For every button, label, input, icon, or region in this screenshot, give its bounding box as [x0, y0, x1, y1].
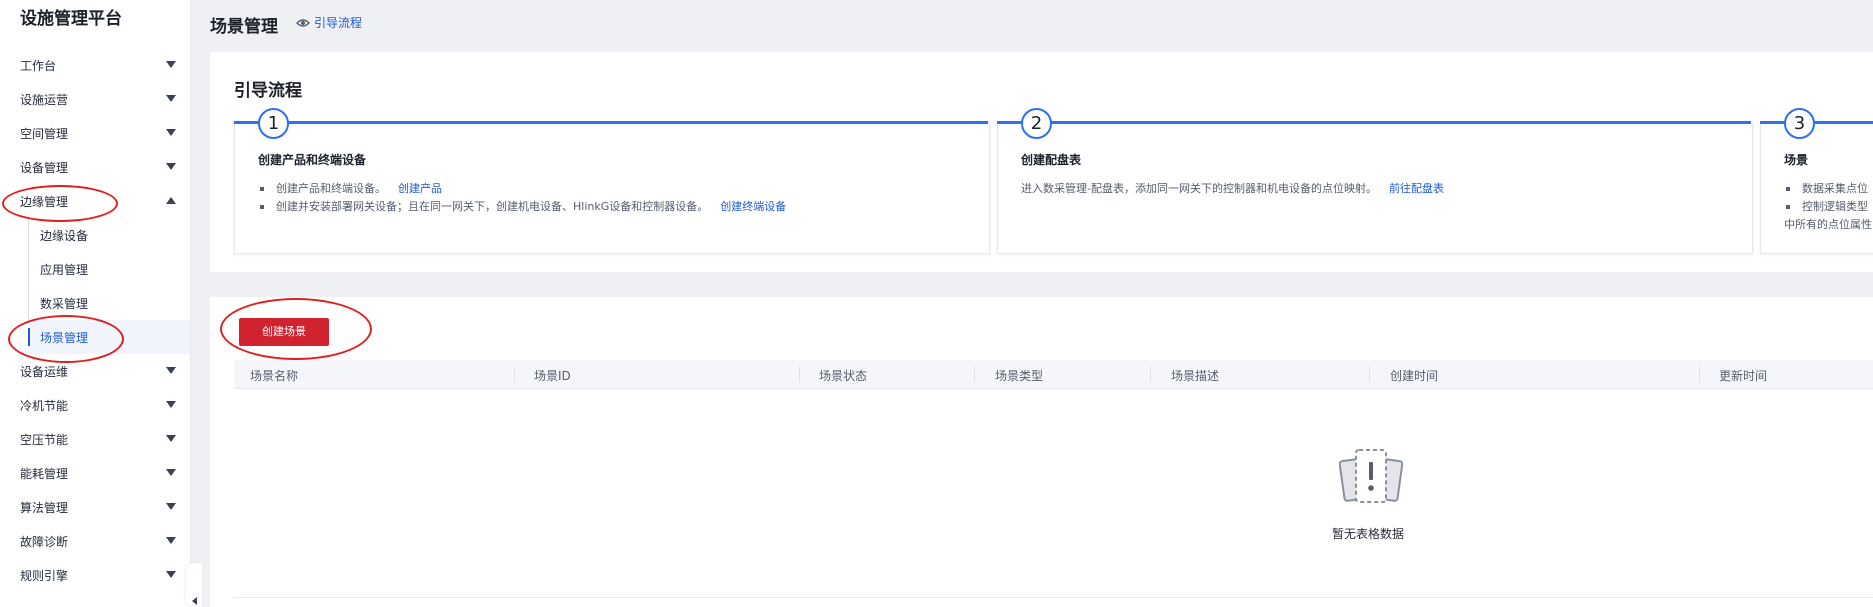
sidebar: 设施管理平台 工作台 设施运营 空间管理 设备管理 边缘管理 边缘设备 应用管理… [0, 0, 191, 607]
chevron-down-icon [166, 95, 176, 102]
annotation-ellipse-scene-management [8, 315, 124, 363]
step-3-progress-line [1760, 121, 1873, 124]
sidebar-item-device-management[interactable]: 设备管理 [0, 150, 190, 184]
create-product-link[interactable]: 创建产品 [398, 182, 442, 195]
step-2-line-1: 进入数采管理-配盘表，添加同一网关下的控制器和机电设备的点位映射。 前往配盘表 [1021, 182, 1444, 195]
sidebar-item-label: 规则引擎 [20, 569, 69, 583]
eye-icon [296, 18, 310, 27]
sidebar-item-label: 设施运营 [20, 93, 69, 107]
go-to-mapping-table-link[interactable]: 前往配盘表 [1389, 182, 1444, 195]
step-3-number: 3 [1784, 108, 1815, 139]
step-1-progress-line [234, 121, 988, 124]
sidebar-item-label: 故障诊断 [20, 535, 69, 549]
chevron-down-icon [166, 537, 176, 544]
sidebar-item-fault-diagnosis[interactable]: 故障诊断 [0, 524, 190, 558]
step-2-progress-line [997, 121, 1751, 124]
create-terminal-device-link[interactable]: 创建终端设备 [720, 200, 786, 213]
bullet-icon [260, 187, 264, 191]
sidebar-item-facility-operation[interactable]: 设施运营 [0, 82, 190, 116]
column-header-scene-type: 场景类型 [995, 369, 1044, 383]
bullet-icon [260, 205, 264, 209]
sidebar-collapse-toggle[interactable] [186, 563, 202, 607]
chevron-down-icon [166, 129, 176, 136]
column-header-scene-id: 场景ID [534, 369, 571, 383]
chevron-left-icon [192, 597, 197, 605]
page-title: 场景管理 [210, 17, 278, 37]
sidebar-item-label: 设备管理 [20, 161, 69, 175]
empty-data-text: 暂无表格数据 [1332, 527, 1405, 541]
chevron-down-icon [166, 571, 176, 578]
step-1-number: 1 [258, 108, 289, 139]
annotation-ellipse-create-scene [220, 298, 372, 360]
sidebar-item-label: 空间管理 [20, 127, 69, 141]
empty-data-icon [1339, 449, 1403, 503]
column-header-updated-time: 更新时间 [1719, 369, 1768, 383]
step-3-title: 场景 [1784, 153, 1809, 167]
column-separator [1369, 366, 1370, 382]
column-separator [1699, 366, 1700, 382]
sidebar-subitem-label: 应用管理 [40, 263, 89, 277]
sidebar-subitem-label: 边缘设备 [40, 229, 89, 243]
step-1-title: 创建产品和终端设备 [258, 153, 367, 167]
column-separator [974, 366, 975, 382]
chevron-down-icon [166, 367, 176, 374]
sidebar-item-label: 冷机节能 [20, 399, 69, 413]
step-1-line-1: 创建产品和终端设备。 创建产品 [260, 180, 442, 196]
step-3-line-2: 控制逻辑类型 [1786, 198, 1868, 214]
sidebar-item-compressor-saving[interactable]: 空压节能 [0, 422, 190, 456]
chevron-down-icon [166, 469, 176, 476]
sidebar-item-space-management[interactable]: 空间管理 [0, 116, 190, 150]
column-separator [514, 366, 515, 382]
sidebar-item-energy-management[interactable]: 能耗管理 [0, 456, 190, 490]
table-bottom-border [234, 597, 1873, 598]
step-3-line-3: 中所有的点位属性 [1784, 218, 1872, 231]
step-2-title: 创建配盘表 [1021, 153, 1082, 167]
chevron-down-icon [166, 503, 176, 510]
sidebar-item-chiller-saving[interactable]: 冷机节能 [0, 388, 190, 422]
bullet-icon [1786, 205, 1790, 209]
sidebar-item-label: 设备运维 [20, 365, 69, 379]
sidebar-item-label: 工作台 [20, 59, 57, 73]
sidebar-subitem-label: 数采管理 [40, 297, 89, 311]
chevron-up-icon [166, 197, 176, 204]
bullet-icon [1786, 187, 1790, 191]
sidebar-item-label: 空压节能 [20, 433, 69, 447]
guide-flow-link-label: 引导流程 [314, 16, 363, 30]
sidebar-item-rule-engine[interactable]: 规则引擎 [0, 558, 190, 592]
sidebar-subitem-edge-devices[interactable]: 边缘设备 [28, 218, 190, 252]
column-header-scene-status: 场景状态 [819, 369, 868, 383]
column-header-scene-description: 场景描述 [1171, 369, 1220, 383]
column-header-created-time: 创建时间 [1390, 369, 1439, 383]
sidebar-item-label: 能耗管理 [20, 467, 69, 481]
step-2-number: 2 [1021, 108, 1052, 139]
scene-list-card [210, 297, 1873, 607]
step-3-line-1: 数据采集点位 [1786, 180, 1868, 196]
table-header: 场景名称 场景ID 场景状态 场景类型 场景描述 创建时间 更新时间 [234, 360, 1873, 389]
guide-title: 引导流程 [234, 81, 302, 101]
column-header-scene-name: 场景名称 [250, 369, 299, 383]
chevron-down-icon [166, 435, 176, 442]
brand-title: 设施管理平台 [20, 9, 122, 29]
sidebar-item-workbench[interactable]: 工作台 [0, 48, 190, 82]
step-1-line-2: 创建并安装部署网关设备；且在同一网关下，创建机电设备、HlinkG设备和控制器设… [260, 198, 786, 214]
annotation-ellipse-edge-management [2, 185, 118, 222]
chevron-down-icon [166, 163, 176, 170]
sidebar-item-label: 算法管理 [20, 501, 69, 515]
chevron-down-icon [166, 61, 176, 68]
column-separator [799, 366, 800, 382]
guide-flow-link[interactable]: 引导流程 [296, 14, 362, 31]
sidebar-subitem-app-management[interactable]: 应用管理 [28, 252, 190, 286]
column-separator [1150, 366, 1151, 382]
sidebar-item-algorithm-management[interactable]: 算法管理 [0, 490, 190, 524]
chevron-down-icon [166, 401, 176, 408]
